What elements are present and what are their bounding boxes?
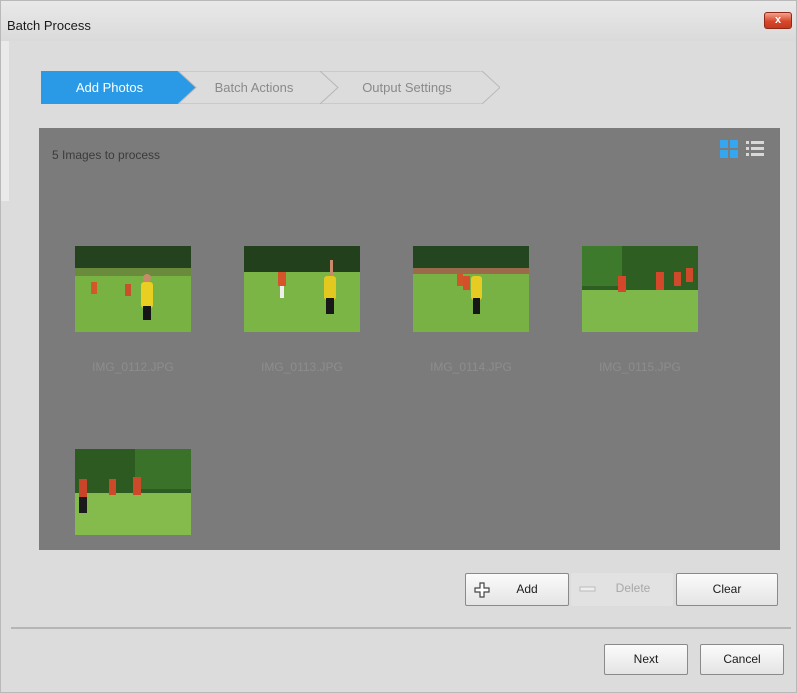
photo-soccer-image	[244, 246, 360, 332]
image-filename: IMG_0114.JPG	[430, 360, 512, 374]
plus-icon	[474, 582, 490, 598]
clear-button[interactable]: Clear	[676, 573, 778, 606]
close-icon: x	[774, 14, 782, 26]
list-view-icon[interactable]	[746, 140, 764, 158]
grid-view-icon[interactable]	[720, 140, 738, 158]
image-gallery[interactable]: 5 Images to process IMG_0112.JPG IMG_011…	[39, 128, 780, 550]
left-edge	[1, 41, 9, 201]
photo-soccer-image	[75, 449, 191, 535]
step-label: Add Photos	[75, 80, 144, 95]
next-button-label: Next	[633, 652, 659, 666]
title-bar: Batch Process x	[1, 1, 796, 41]
step-label: Batch Actions	[214, 80, 294, 95]
step-batch-actions[interactable]: Batch Actions	[178, 71, 338, 104]
photo-soccer-image	[413, 246, 529, 332]
image-filename: IMG_0112.JPG	[92, 360, 174, 374]
next-button[interactable]: Next	[604, 644, 688, 675]
delete-button[interactable]: Delete	[571, 573, 673, 606]
photo-soccer-image	[582, 246, 698, 332]
close-button[interactable]: x	[764, 12, 792, 29]
footer-divider	[11, 627, 791, 629]
cancel-button[interactable]: Cancel	[700, 644, 784, 675]
image-filename: IMG_0113.JPG	[261, 360, 343, 374]
photo-soccer-image	[75, 246, 191, 332]
add-button-label: Add	[516, 582, 538, 596]
image-filename: IMG_0115.JPG	[599, 360, 681, 374]
image-thumbnail[interactable]	[75, 449, 191, 563]
step-output-settings[interactable]: Output Settings	[320, 71, 500, 104]
image-thumbnail[interactable]: IMG_0115.JPG	[582, 246, 698, 374]
delete-button-label: Delete	[615, 581, 651, 595]
step-label: Output Settings	[362, 80, 452, 95]
image-count-text: 5 Images to process	[52, 148, 161, 162]
image-thumbnail[interactable]: IMG_0114.JPG	[413, 246, 529, 374]
step-add-photos[interactable]: Add Photos	[41, 71, 196, 104]
minus-icon	[579, 586, 596, 592]
image-thumbnail[interactable]: IMG_0112.JPG	[75, 246, 191, 374]
batch-process-window: Batch Process x Add Photos Batch Actions…	[0, 0, 797, 693]
clear-button-label: Clear	[712, 582, 742, 596]
window-title: Batch Process	[7, 18, 91, 33]
add-button[interactable]: Add	[465, 573, 569, 606]
cancel-button-label: Cancel	[723, 652, 761, 666]
image-thumbnail[interactable]: IMG_0113.JPG	[244, 246, 360, 374]
